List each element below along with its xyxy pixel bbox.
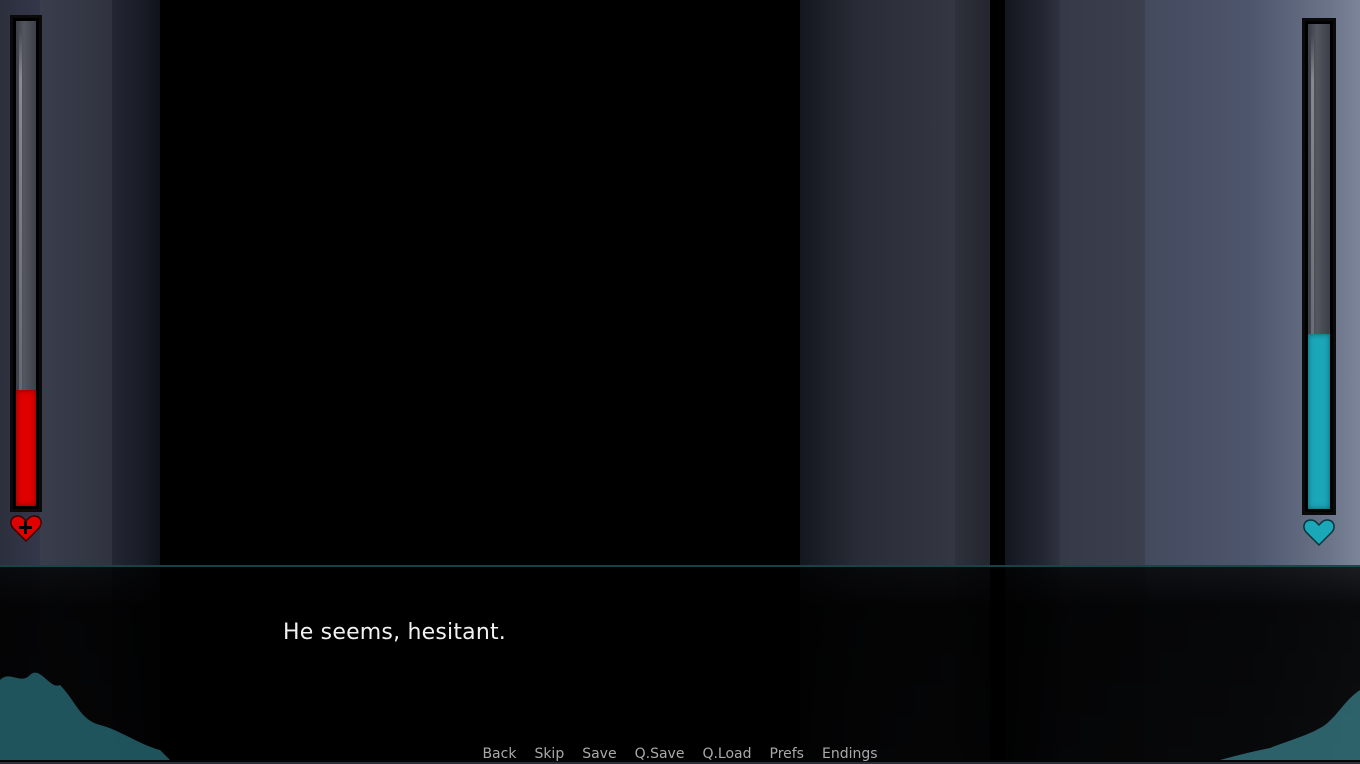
health-bar-track (16, 21, 36, 506)
skip-button[interactable]: Skip (525, 744, 573, 762)
quick-menu: Back Skip Save Q.Save Q.Load Prefs Endin… (0, 744, 1360, 762)
heart-icon (1303, 517, 1335, 547)
back-button[interactable]: Back (473, 744, 525, 762)
dialogue-text: He seems, hesitant. (283, 620, 507, 645)
health-bar-fill (16, 389, 36, 506)
quick-load-button[interactable]: Q.Load (693, 744, 760, 762)
health-bar (10, 15, 42, 512)
preferences-button[interactable]: Prefs (761, 744, 813, 762)
heart-plus-icon (10, 513, 42, 543)
affection-bar-fill (1308, 334, 1330, 509)
affection-bar-track (1308, 24, 1330, 509)
quick-save-button[interactable]: Q.Save (626, 744, 694, 762)
dialogue-box[interactable] (0, 565, 1360, 762)
affection-bar (1302, 18, 1336, 515)
endings-button[interactable]: Endings (813, 744, 887, 762)
save-button[interactable]: Save (573, 744, 625, 762)
